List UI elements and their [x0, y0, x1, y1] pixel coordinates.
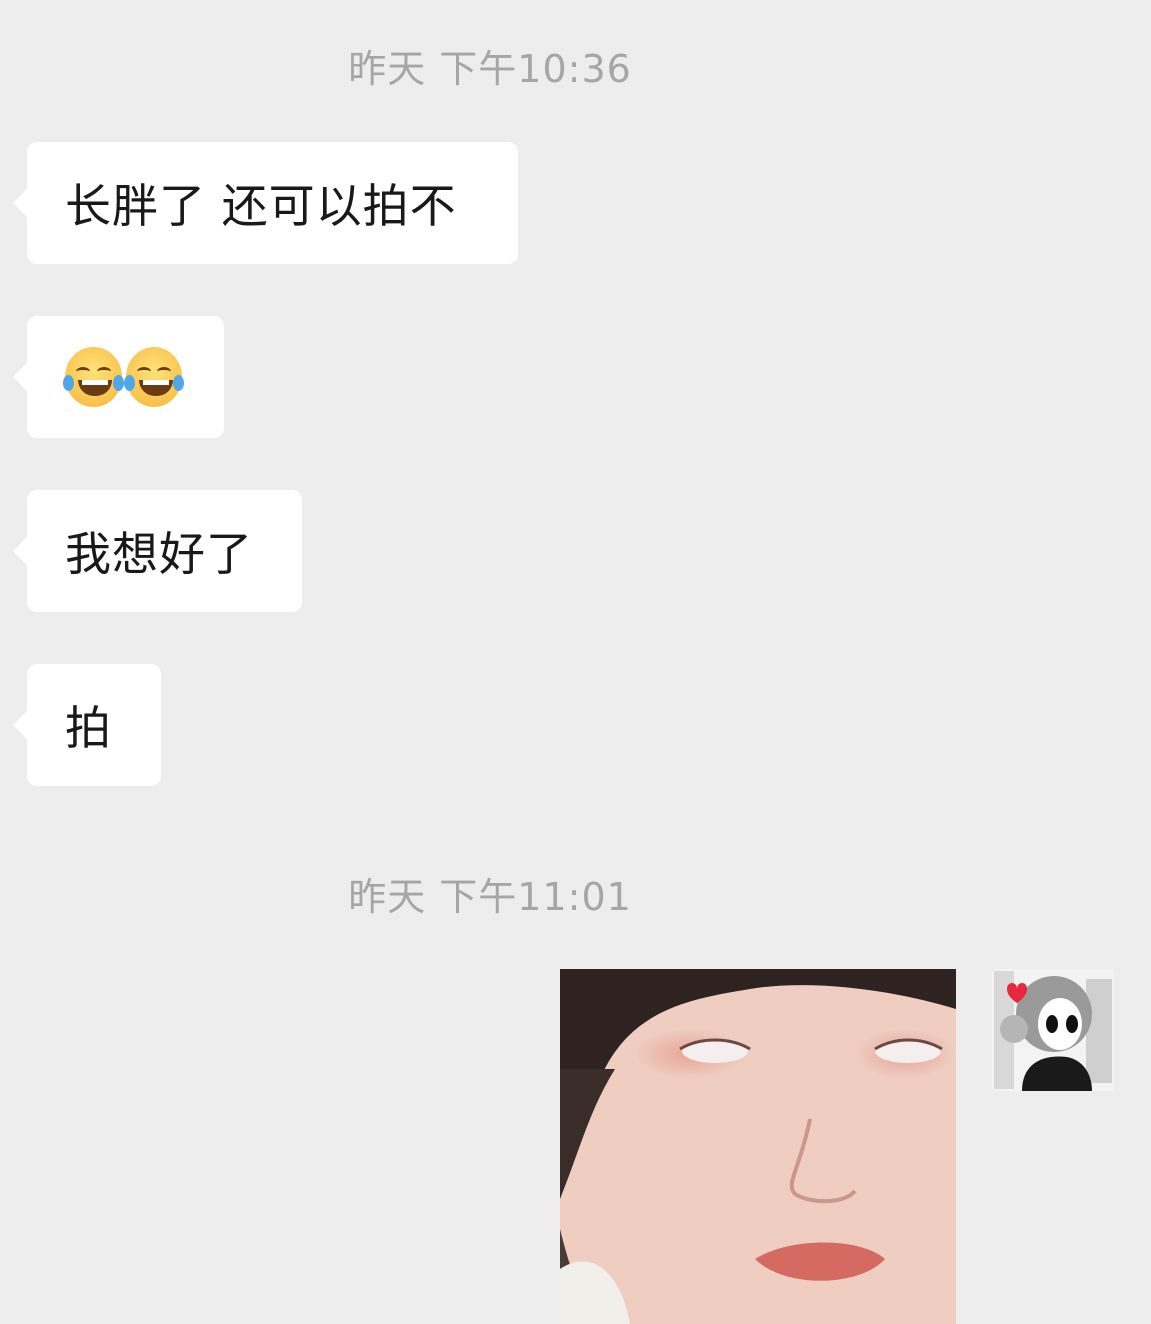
face-with-tears-of-joy-icon: [123, 347, 184, 407]
timestamp-1: 昨天 下午10:36: [348, 47, 632, 91]
cartoon-avatar-image: [992, 969, 1114, 1091]
message-text-3: 我想好了: [65, 527, 253, 581]
message-bubble-1[interactable]: 长胖了 还可以拍不: [13, 142, 518, 264]
message-bubble-4[interactable]: 拍: [13, 664, 161, 786]
message-text-1: 长胖了 还可以拍不: [65, 179, 457, 233]
message-bubble-3[interactable]: 我想好了: [13, 490, 302, 612]
selfie-eye-roll-image: [560, 969, 956, 1324]
sent-image-message[interactable]: [560, 969, 956, 1324]
message-text-4: 拍: [65, 701, 112, 755]
face-with-tears-of-joy-icon: [63, 347, 124, 407]
user-avatar[interactable]: [992, 969, 1114, 1091]
timestamp-2: 昨天 下午11:01: [348, 875, 632, 919]
message-bubble-2[interactable]: [13, 316, 224, 438]
